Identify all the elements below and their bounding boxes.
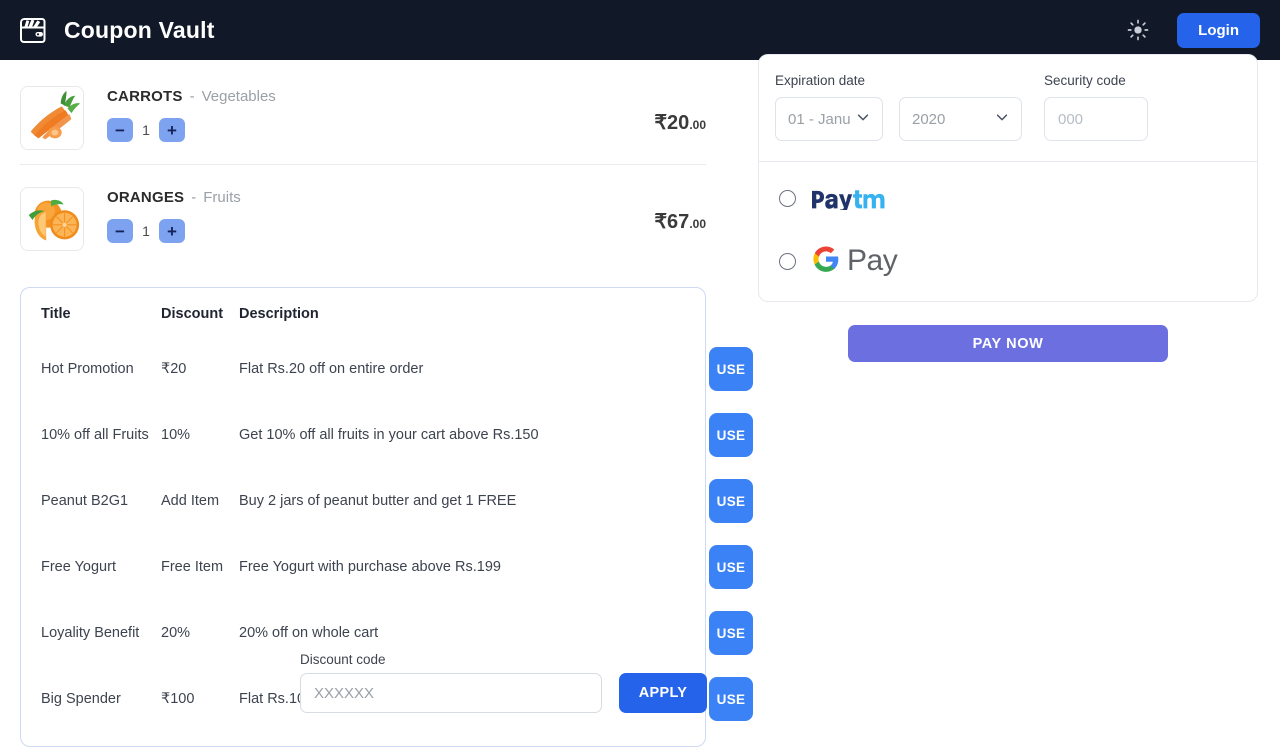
expiration-year-select[interactable]: 2020: [899, 97, 1022, 141]
table-row: Free Yogurt Free Item Free Yogurt with p…: [21, 534, 753, 600]
increment-button[interactable]: +: [159, 118, 185, 142]
use-coupon-button[interactable]: USE: [709, 413, 753, 457]
header-actions: Login: [1125, 12, 1260, 48]
discount-code-input[interactable]: [300, 673, 602, 713]
security-code-label: Security code: [1044, 73, 1126, 88]
coupon-title: Peanut B2G1: [41, 493, 129, 509]
coupon-table-head: Title Discount Description: [21, 306, 705, 336]
column-header-title: Title: [41, 306, 71, 322]
payment-option-paytm[interactable]: [779, 178, 1237, 219]
brand: Coupon Vault: [16, 13, 215, 47]
coupon-discount: ₹100: [161, 691, 195, 707]
price-cents: .00: [689, 118, 706, 132]
google-pay-label: Pay: [847, 244, 898, 277]
use-coupon-button[interactable]: USE: [709, 347, 753, 391]
table-row: Hot Promotion ₹20 Flat Rs.20 off on enti…: [21, 336, 753, 402]
column-header-action: [645, 306, 705, 336]
app-header: Coupon Vault Login: [0, 0, 1280, 60]
card-fields-row: Expiration date 01 - January 2020: [759, 55, 1257, 161]
discount-code-row: APPLY: [300, 673, 710, 713]
chevron-down-icon: [850, 110, 870, 128]
security-code-input[interactable]: [1044, 97, 1148, 141]
use-coupon-button[interactable]: USE: [709, 611, 753, 655]
coupon-discount: Add Item: [161, 493, 220, 509]
cart-item-separator: -: [189, 88, 195, 105]
table-row: Peanut B2G1 Add Item Buy 2 jars of peanu…: [21, 468, 753, 534]
coupon-title: 10% off all Fruits: [41, 427, 149, 443]
coupon-title: Big Spender: [41, 691, 121, 707]
column-header-description: Description: [239, 306, 319, 322]
coupon-description: Buy 2 jars of peanut butter and get 1 FR…: [239, 493, 517, 509]
expiration-year-group: 2020: [899, 97, 1022, 141]
cart-item-title-row: CARROTS - Vegetables: [107, 88, 276, 106]
expiration-date-label: Expiration date: [775, 73, 866, 88]
expiration-year-value: 2020: [912, 110, 946, 128]
expiration-month-value: 01 - January: [788, 110, 850, 128]
increment-button[interactable]: +: [159, 219, 185, 243]
discount-code-label: Discount code: [300, 652, 386, 667]
cart-item-category: Fruits: [203, 189, 241, 206]
quantity-value: 1: [142, 223, 150, 239]
table-header-row: Title Discount Description: [21, 306, 705, 336]
expiration-year-select-wrap: 2020: [899, 97, 1022, 141]
cart-item: CARROTS - Vegetables − 1 + ₹20.00: [20, 76, 706, 164]
price-amount: ₹67: [654, 211, 690, 233]
coupon-discount: Free Item: [161, 559, 224, 575]
oranges-image: [20, 187, 84, 251]
payment-method-options: Pay: [759, 162, 1257, 301]
discount-code-section: Discount code APPLY: [300, 652, 710, 713]
coupon-title: Free Yogurt: [41, 559, 116, 575]
cart-item-name: CARROTS: [107, 88, 183, 105]
column-header-discount: Discount: [161, 306, 224, 322]
cart-item-separator: -: [191, 189, 197, 206]
radio-paytm[interactable]: [779, 190, 796, 207]
login-button[interactable]: Login: [1177, 12, 1260, 48]
decrement-button[interactable]: −: [107, 219, 133, 243]
coupon-discount: ₹20: [161, 361, 187, 377]
carrots-image: [20, 86, 84, 150]
wallet-icon: [16, 13, 50, 47]
quantity-value: 1: [142, 122, 150, 138]
use-coupon-button[interactable]: USE: [709, 545, 753, 589]
chevron-down-icon: [989, 110, 1009, 128]
app-title: Coupon Vault: [64, 16, 215, 43]
expiration-date-group: Expiration date 01 - January: [775, 73, 883, 141]
google-pay-logo: Pay: [812, 244, 898, 278]
coupon-title: Loyality Benefit: [41, 625, 140, 641]
table-row: 10% off all Fruits 10% Get 10% off all f…: [21, 402, 753, 468]
cart-item-title-row: ORANGES - Fruits: [107, 189, 241, 207]
coupon-description: Flat Rs.20 off on entire order: [239, 361, 424, 377]
cart-column: CARROTS - Vegetables − 1 + ₹20.00 ORANGE…: [0, 60, 753, 747]
quantity-stepper: − 1 +: [107, 118, 276, 142]
cart-item-body: ORANGES - Fruits − 1 +: [107, 187, 241, 243]
payment-panel: Expiration date 01 - January 2020: [758, 54, 1258, 302]
coupon-description: Free Yogurt with purchase above Rs.199: [239, 559, 501, 575]
pay-now-button[interactable]: PAY NOW: [848, 325, 1168, 362]
radio-gpay[interactable]: [779, 252, 796, 270]
apply-discount-button[interactable]: APPLY: [619, 673, 707, 713]
coupon-title: Hot Promotion: [41, 361, 134, 377]
sun-icon[interactable]: [1125, 17, 1151, 43]
cart-item-category: Vegetables: [201, 88, 276, 105]
expiration-month-select-wrap: 01 - January: [775, 97, 883, 141]
cart-item-name: ORANGES: [107, 189, 185, 206]
use-coupon-button[interactable]: USE: [709, 677, 753, 721]
price-cents: .00: [689, 217, 706, 231]
security-code-group: Security code: [1044, 73, 1148, 141]
expiration-month-select[interactable]: 01 - January: [775, 97, 883, 141]
coupon-discount: 10%: [161, 427, 191, 443]
quantity-stepper: − 1 +: [107, 219, 241, 243]
coupon-description: Get 10% off all fruits in your cart abov…: [239, 427, 539, 443]
use-coupon-button[interactable]: USE: [709, 479, 753, 523]
cart-item-price: ₹67.00: [654, 209, 706, 234]
cart-item-body: CARROTS - Vegetables − 1 +: [107, 86, 276, 142]
coupon-discount: 20%: [161, 625, 191, 641]
price-amount: ₹20: [654, 112, 690, 134]
cart-item: ORANGES - Fruits − 1 + ₹67.00: [20, 164, 706, 265]
cart-item-price: ₹20.00: [654, 110, 706, 135]
decrement-button[interactable]: −: [107, 118, 133, 142]
payment-option-gpay[interactable]: Pay: [779, 235, 1237, 287]
paytm-logo-icon: [812, 187, 896, 213]
google-g-icon: [812, 245, 840, 278]
